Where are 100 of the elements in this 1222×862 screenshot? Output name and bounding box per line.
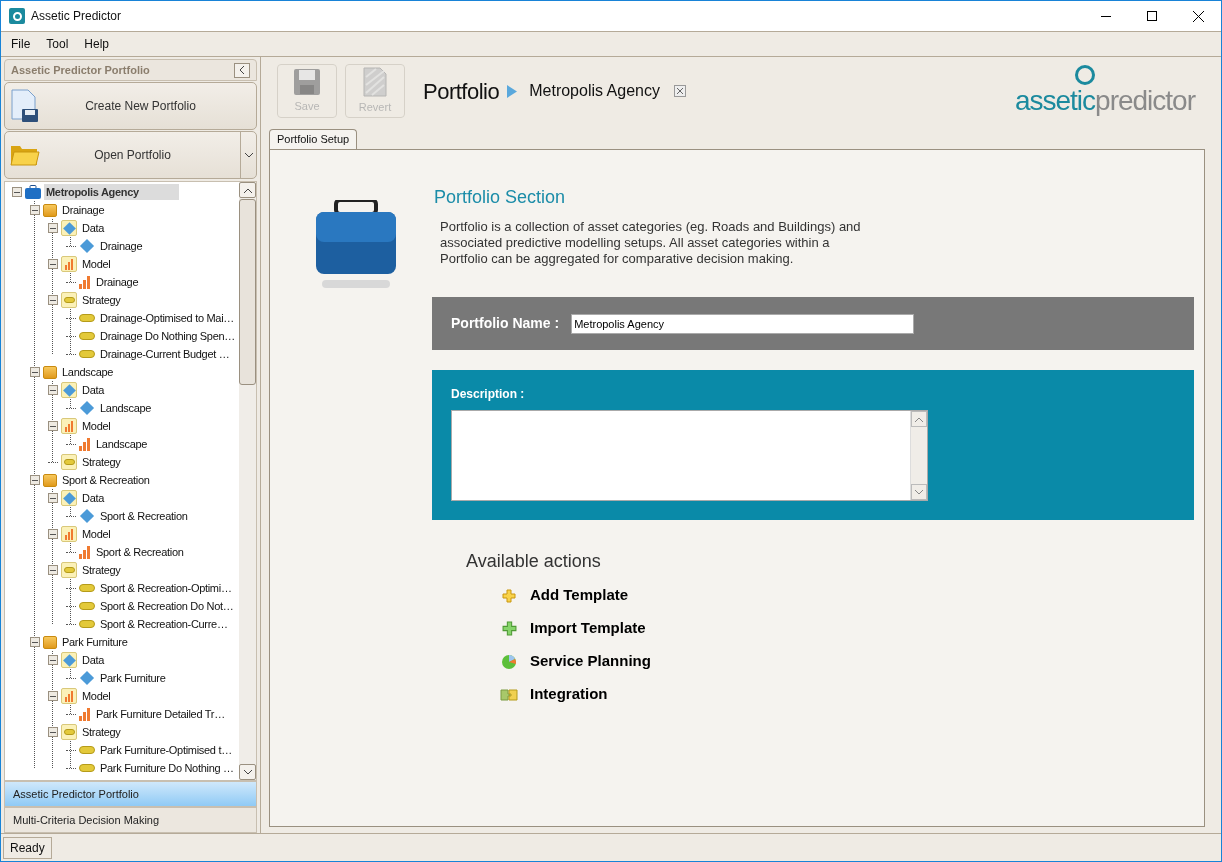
bar-chart-icon — [79, 545, 91, 559]
diamond-icon — [61, 652, 77, 668]
field-label: Description : — [451, 386, 526, 403]
collapse-toggle[interactable] — [30, 475, 40, 485]
tree-item[interactable]: Sport & Recreation-Curre… — [98, 615, 230, 633]
status-text: Ready — [3, 836, 52, 859]
description-field[interactable] — [451, 410, 928, 501]
tree-item[interactable]: Sport & Recreation — [98, 507, 190, 525]
chevron-down-icon — [244, 152, 253, 158]
chevron-up-icon — [243, 187, 252, 193]
tab[interactable]: Portfolio Setup — [269, 129, 358, 149]
tree-item[interactable]: Model — [80, 255, 113, 273]
coins-icon — [61, 292, 77, 308]
close-icon — [676, 88, 683, 94]
tree-item[interactable]: Drainage-Current Budget … — [98, 345, 232, 363]
coins-icon — [79, 314, 95, 322]
collapse-toggle[interactable] — [30, 637, 40, 647]
pie-chart-icon — [501, 653, 517, 670]
collapse-toggle[interactable] — [48, 493, 58, 503]
tree-item[interactable]: Data — [80, 489, 107, 507]
collapse-toggle[interactable] — [48, 421, 58, 431]
collapse-toggle[interactable] — [48, 691, 58, 701]
tree-item[interactable]: Metropolis Agency — [44, 183, 179, 201]
menu-item[interactable]: Help — [84, 35, 110, 53]
nav-tab[interactable]: Multi-Criteria Decision Making — [4, 807, 257, 833]
action-link[interactable]: Add Template — [530, 584, 629, 607]
tree-item[interactable]: Landscape — [94, 435, 150, 453]
bar-chart-icon — [79, 437, 91, 451]
create-portfolio-button[interactable]: Create New Portfolio — [4, 82, 257, 130]
collapse-toggle[interactable] — [48, 529, 58, 539]
tree-item[interactable]: Drainage — [98, 237, 145, 255]
tree-item[interactable]: Sport & Recreation — [94, 543, 186, 561]
tree-item[interactable]: Model — [80, 525, 113, 543]
menu-item[interactable]: File — [11, 35, 31, 53]
bar-chart-icon — [61, 418, 77, 434]
close-icon — [1192, 10, 1204, 22]
breadcrumb-item: Metropolis Agency — [529, 81, 660, 101]
tree-item[interactable]: Strategy — [80, 723, 123, 741]
collapse-toggle[interactable] — [48, 259, 58, 269]
collapse-toggle[interactable] — [48, 295, 58, 305]
action-link[interactable]: Integration — [530, 683, 608, 706]
tree-item[interactable]: Model — [80, 687, 113, 705]
tree-item[interactable]: Park Furniture — [60, 633, 130, 651]
scrollbar[interactable] — [239, 182, 256, 780]
app-logo: asseticpredictor — [1014, 85, 1195, 117]
tree-item[interactable]: Data — [80, 651, 107, 669]
briefcase-icon — [25, 185, 41, 199]
collapse-toggle[interactable] — [30, 367, 40, 377]
collapse-panel-button[interactable] — [234, 62, 250, 78]
tree-item[interactable]: Model — [80, 417, 113, 435]
action-link[interactable]: Service Planning — [530, 650, 651, 673]
coins-icon — [79, 620, 95, 628]
close-tab-button[interactable] — [673, 85, 686, 97]
tree-item[interactable]: Drainage-Optimised to Mai… — [98, 309, 237, 327]
tree-item[interactable]: Drainage — [94, 273, 141, 291]
portfolio-name-field[interactable]: Metropolis Agency — [571, 313, 915, 334]
collapse-toggle[interactable] — [48, 223, 58, 233]
coins-icon — [79, 746, 95, 754]
nav-tab[interactable]: Assetic Predictor Portfolio — [4, 781, 257, 807]
diamond-icon — [61, 220, 77, 236]
plus-icon — [502, 588, 516, 603]
section-title: Portfolio Section — [434, 186, 567, 209]
collapse-toggle[interactable] — [30, 205, 40, 215]
tree-item[interactable]: Data — [80, 219, 107, 237]
tree-item[interactable]: Landscape — [60, 363, 116, 381]
tree-item[interactable]: Drainage Do Nothing Spen… — [98, 327, 237, 345]
triangle-right-icon — [507, 84, 518, 98]
tree-item[interactable]: Park Furniture Do Nothing … — [98, 759, 236, 777]
tree-item[interactable]: Data — [80, 381, 107, 399]
collapse-toggle[interactable] — [48, 727, 58, 737]
plus-icon — [501, 621, 517, 636]
coins-icon — [61, 454, 77, 470]
tree-item[interactable]: Sport & Recreation Do Not… — [98, 597, 236, 615]
chevron-up-icon — [915, 416, 923, 422]
tree-item[interactable]: Park Furniture Detailed Tr… — [94, 705, 227, 723]
tree-item[interactable]: Strategy — [80, 561, 123, 579]
coins-icon — [79, 332, 95, 340]
tree-item[interactable]: Sport & Recreation-Optimi… — [98, 579, 234, 597]
coins-icon — [79, 602, 95, 610]
action-link[interactable]: Import Template — [530, 617, 646, 640]
tree-item[interactable]: Strategy — [80, 453, 123, 471]
tree-item[interactable]: Sport & Recreation — [60, 471, 152, 489]
collapse-toggle[interactable] — [48, 655, 58, 665]
collapse-toggle[interactable] — [12, 187, 22, 197]
breadcrumb-title: Portfolio — [423, 77, 500, 106]
bar-chart-icon — [79, 707, 91, 721]
tree-item[interactable]: Drainage — [60, 201, 107, 219]
folder-icon — [43, 473, 57, 487]
tree-item[interactable]: Strategy — [80, 291, 123, 309]
bar-chart-icon — [61, 688, 77, 704]
coins-icon — [61, 562, 77, 578]
tree-item[interactable]: Park Furniture — [98, 669, 168, 687]
menu-item[interactable]: Tool — [46, 35, 69, 53]
field-label: Portfolio Name : — [451, 314, 560, 333]
collapse-toggle[interactable] — [48, 385, 58, 395]
open-portfolio-button[interactable]: Open Portfolio — [4, 131, 257, 179]
tree-item[interactable]: Park Furniture-Optimised t… — [98, 741, 234, 759]
collapse-toggle[interactable] — [48, 565, 58, 575]
tree-item[interactable]: Landscape — [98, 399, 154, 417]
folder-icon — [10, 143, 40, 167]
